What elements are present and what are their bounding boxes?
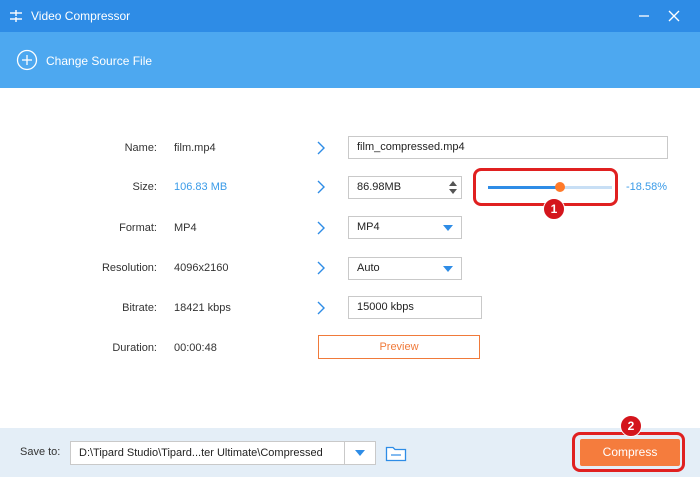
output-size-value: 86.98MB xyxy=(357,181,402,193)
increment-icon[interactable] xyxy=(449,181,457,186)
source-resolution: 4096x2160 xyxy=(174,262,229,274)
save-path-value: D:\Tipard Studio\Tipard...ter Ultimate\C… xyxy=(79,447,323,459)
bitrate-input[interactable]: 15000 kbps xyxy=(348,296,482,319)
window-title: Video Compressor xyxy=(31,9,131,23)
chevron-right-icon xyxy=(317,221,325,235)
resolution-select[interactable]: Auto xyxy=(348,257,462,280)
output-size-stepper[interactable]: 86.98MB xyxy=(348,176,462,199)
annotation-badge-2: 2 xyxy=(620,415,642,437)
folder-icon[interactable] xyxy=(385,444,407,462)
plus-circle-icon[interactable] xyxy=(16,49,38,71)
format-select[interactable]: MP4 xyxy=(348,216,462,239)
source-bitrate: 18421 kbps xyxy=(174,302,231,314)
source-duration: 00:00:48 xyxy=(174,342,217,354)
save-to-label: Save to: xyxy=(20,446,61,458)
dropdown-arrow-icon xyxy=(443,266,453,272)
source-size: 106.83 MB xyxy=(174,181,228,193)
chevron-right-icon xyxy=(317,301,325,315)
chevron-right-icon xyxy=(317,261,325,275)
equalizer-icon xyxy=(10,10,22,22)
bitrate-label: Bitrate: xyxy=(122,302,157,314)
bitrate-input-value: 15000 kbps xyxy=(357,301,414,313)
output-name-value: film_compressed.mp4 xyxy=(357,141,465,153)
close-icon[interactable] xyxy=(666,8,682,24)
annotation-badge-1: 1 xyxy=(543,198,565,220)
duration-label: Duration: xyxy=(112,342,157,354)
chevron-right-icon xyxy=(317,180,325,194)
title-bar: Video Compressor xyxy=(0,0,700,32)
resolution-select-value: Auto xyxy=(357,262,380,274)
resolution-label: Resolution: xyxy=(101,262,157,274)
size-slider-fill xyxy=(488,186,560,189)
dropdown-arrow-icon xyxy=(443,225,453,231)
source-name: film.mp4 xyxy=(174,142,216,154)
output-name-input[interactable]: film_compressed.mp4 xyxy=(348,136,668,159)
chevron-right-icon xyxy=(317,141,325,155)
size-percent: -18.58% xyxy=(626,181,667,193)
size-slider-thumb[interactable] xyxy=(554,182,565,192)
preview-button[interactable]: Preview xyxy=(318,335,480,359)
dropdown-arrow-icon xyxy=(355,450,365,456)
source-format: MP4 xyxy=(174,222,197,234)
decrement-icon[interactable] xyxy=(449,189,457,194)
format-select-value: MP4 xyxy=(357,221,380,233)
change-source-button[interactable]: Change Source File xyxy=(46,54,152,68)
toolbar: Change Source File xyxy=(0,32,700,88)
size-label: Size: xyxy=(132,181,157,193)
format-label: Format: xyxy=(119,222,157,234)
minimize-icon[interactable] xyxy=(636,8,652,24)
save-path-select[interactable]: D:\Tipard Studio\Tipard...ter Ultimate\C… xyxy=(70,441,376,465)
save-path-dropdown-button[interactable] xyxy=(344,442,375,464)
name-label: Name: xyxy=(124,142,157,154)
compress-button[interactable]: Compress xyxy=(580,439,680,466)
